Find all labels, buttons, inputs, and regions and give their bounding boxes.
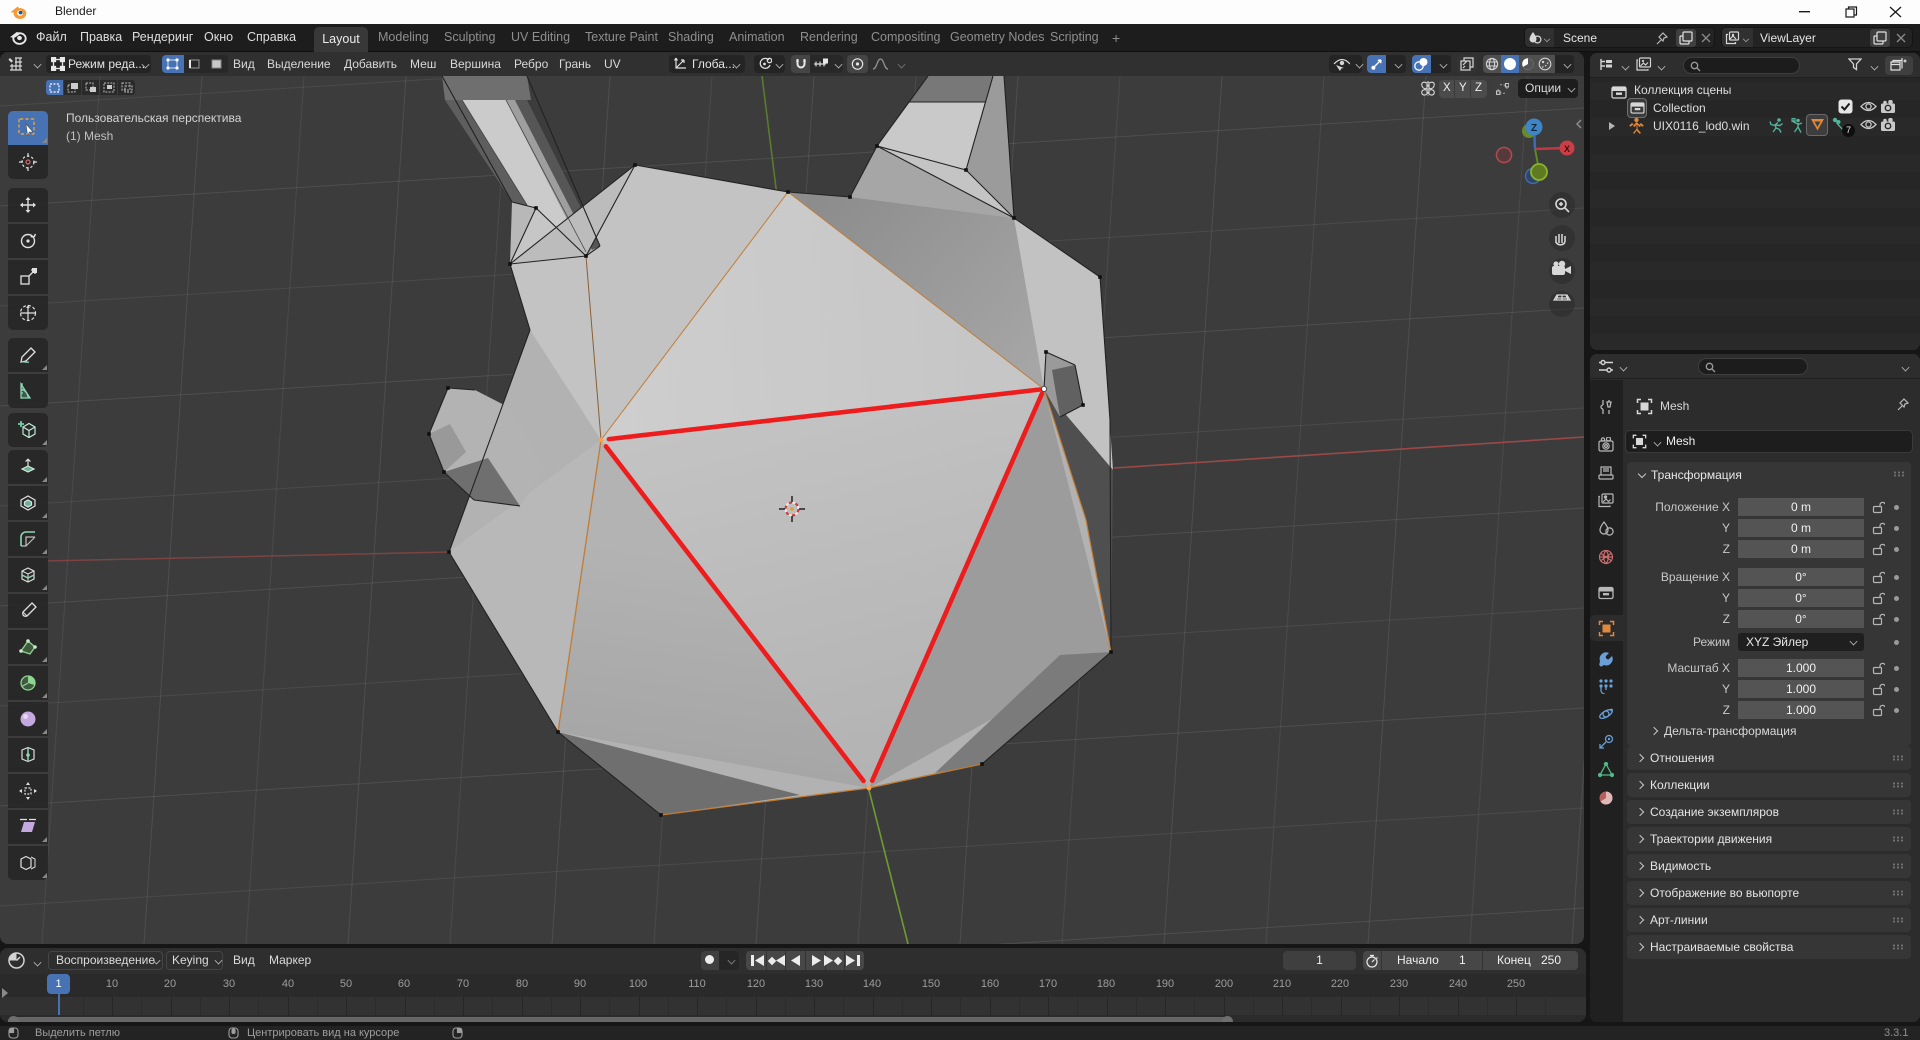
svg-text:Z: Z — [1531, 123, 1537, 134]
svg-text:X: X — [1564, 144, 1570, 154]
